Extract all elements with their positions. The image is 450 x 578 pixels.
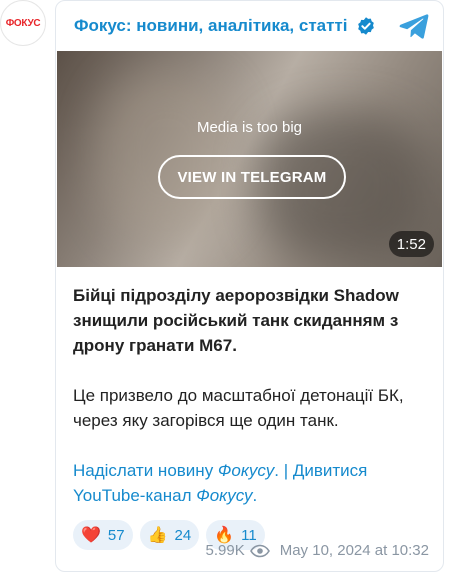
view-count: 5.99K [205, 542, 245, 559]
youtube-link-suffix: . [252, 486, 258, 505]
link-separator: | [278, 461, 293, 480]
message-card: Фокус: новини, аналітика, статті Media i… [55, 0, 444, 572]
post-paragraph: Це призвело до масштабної детонації БК, … [73, 386, 404, 430]
video-duration-badge: 1:52 [388, 231, 434, 257]
video-preview[interactable]: Media is too big VIEW IN TELEGRAM 1:52 [57, 51, 442, 267]
post-links: Надіслати новину Фокусу. | Дивитися YouT… [73, 458, 425, 508]
message-body: Бійці підрозділу аеророзвідки Shadow зни… [56, 267, 443, 550]
reaction-thumbs-up[interactable]: 👍 24 [139, 520, 200, 550]
post-timestamp[interactable]: May 10, 2024 at 10:32 [280, 542, 429, 559]
youtube-link-italic: Фокусу [196, 486, 253, 505]
media-too-big-label: Media is too big [196, 119, 303, 136]
telegram-plane-icon[interactable] [399, 13, 429, 39]
avatar-logo-text: ФОКУС [5, 17, 41, 29]
eye-icon [249, 544, 270, 557]
thumbs-up-icon: 👍 [147, 527, 168, 544]
reaction-count: 11 [241, 526, 257, 544]
verified-badge-icon [357, 17, 374, 35]
post-lead-text: Бійці підрозділу аеророзвідки Shadow зни… [73, 286, 399, 355]
view-in-telegram-button[interactable]: VIEW IN TELEGRAM [158, 155, 346, 199]
reaction-count: 57 [107, 526, 125, 544]
reaction-count: 24 [174, 526, 192, 544]
heart-icon: ❤️ [81, 527, 101, 544]
send-news-link-italic: Фокусу [217, 461, 275, 480]
message-header: Фокус: новини, аналітика, статті [56, 1, 443, 51]
reaction-heart[interactable]: ❤️ 57 [73, 520, 133, 550]
send-news-link-text: Надіслати новину [73, 461, 218, 480]
channel-avatar[interactable]: ФОКУС [0, 0, 46, 46]
channel-title[interactable]: Фокус: новини, аналітика, статті [74, 16, 348, 36]
send-news-link[interactable]: Надіслати новину Фокусу. [73, 461, 279, 480]
message-meta: 5.99K May 10, 2024 at 10:32 [206, 542, 429, 559]
